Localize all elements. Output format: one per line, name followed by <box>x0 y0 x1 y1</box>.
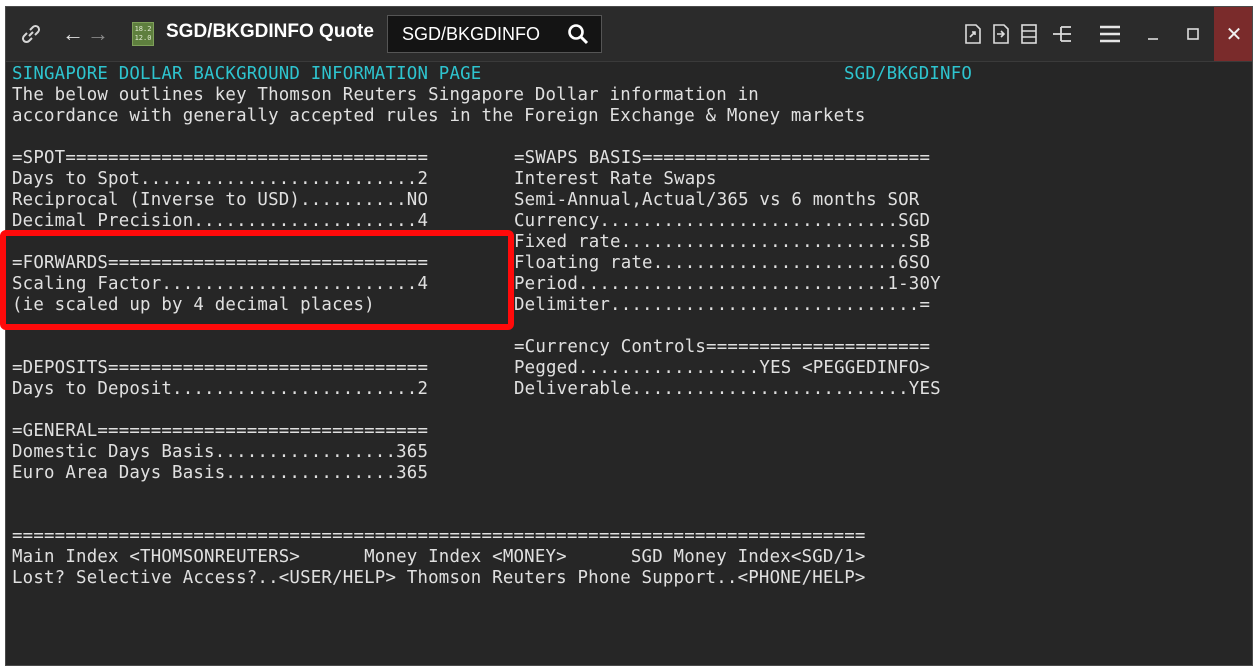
spot-section-header: =SPOT================================== <box>12 148 429 168</box>
tree-icon[interactable] <box>1050 21 1076 47</box>
quote-icon-bottom-text: 12.0 <box>134 34 152 42</box>
general-domestic-row: Domestic Days Basis.................365 <box>12 442 429 462</box>
search-input[interactable] <box>402 22 562 46</box>
general-section-header: =GENERAL=============================== <box>12 421 429 441</box>
general-euro-row: Euro Area Days Basis................365 <box>12 463 429 483</box>
title-bar: ← → 18.2 12.0 SGD/BKGDINFO Quote SGD/BKG… <box>6 7 1252 62</box>
forward-arrow-icon[interactable]: → <box>86 20 110 48</box>
quote-window: ← → 18.2 12.0 SGD/BKGDINFO Quote SGD/BKG… <box>5 6 1253 666</box>
intro-line-1: The below outlines key Thomson Reuters S… <box>12 85 759 105</box>
footer-index-links[interactable]: Main Index <THOMSONREUTERS> Money Index … <box>12 547 866 568</box>
intro-line-2: accordance with generally accepted rules… <box>12 106 866 126</box>
search-icon[interactable] <box>566 22 590 46</box>
spot-days-row: Days to Spot..........................2 <box>12 169 429 189</box>
back-arrow-icon[interactable]: ← <box>60 20 86 48</box>
page-code-link[interactable]: SGD/BKGDINFO <box>844 64 972 85</box>
export-icon[interactable] <box>962 21 984 47</box>
page-title: SINGAPORE DOLLAR BACKGROUND INFORMATION … <box>12 64 482 84</box>
deposits-section-header: =DEPOSITS============================== <box>12 358 429 378</box>
footer-help-links[interactable]: Lost? Selective Access?..<USER/HELP> Tho… <box>12 568 866 589</box>
close-icon[interactable]: ✕ <box>1214 7 1252 61</box>
swaps-floating-row: Floating rate.......................6SO <box>514 253 931 273</box>
link-icon[interactable] <box>16 21 46 47</box>
swaps-irs-row: Interest Rate Swaps <box>514 169 717 189</box>
swaps-fixed-row: Fixed rate...........................SB <box>514 232 931 252</box>
swaps-delimiter-row: Delimiter.............................= <box>514 295 931 315</box>
quote-icon: 18.2 12.0 <box>132 22 154 46</box>
app-title: SGD/BKGDINFO Quote <box>166 21 374 42</box>
list-icon[interactable] <box>1018 21 1040 47</box>
minimize-icon[interactable] <box>1142 21 1164 47</box>
maximize-icon[interactable] <box>1182 21 1204 47</box>
currency-controls-header: =Currency Controls===================== <box>514 337 931 357</box>
menu-icon[interactable] <box>1098 21 1122 47</box>
currency-deliverable-row: Deliverable..........................YES <box>514 379 941 399</box>
swaps-semi-row: Semi-Annual,Actual/365 vs 6 months SOR <box>514 190 920 210</box>
footer-rule: ========================================… <box>12 526 866 546</box>
spot-decimal-row: Decimal Precision.....................4 <box>12 211 429 231</box>
forwards-highlight-box <box>0 230 514 330</box>
swaps-period-row: Period.............................1-30Y <box>514 274 941 294</box>
terminal-page: SINGAPORE DOLLAR BACKGROUND INFORMATION … <box>12 62 1252 665</box>
search-box[interactable] <box>387 15 602 53</box>
swaps-currency-row: Currency............................SGD <box>514 211 931 231</box>
spot-reciprocal-row: Reciprocal (Inverse to USD)..........NO <box>12 190 429 210</box>
deposits-days-row: Days to Deposit.......................2 <box>12 379 429 399</box>
quote-icon-top-text: 18.2 <box>134 25 152 33</box>
swaps-section-header: =SWAPS BASIS=========================== <box>514 148 931 168</box>
export-alt-icon[interactable] <box>990 21 1012 47</box>
currency-pegged-row[interactable]: Pegged.................YES <PEGGEDINFO> <box>514 358 930 379</box>
